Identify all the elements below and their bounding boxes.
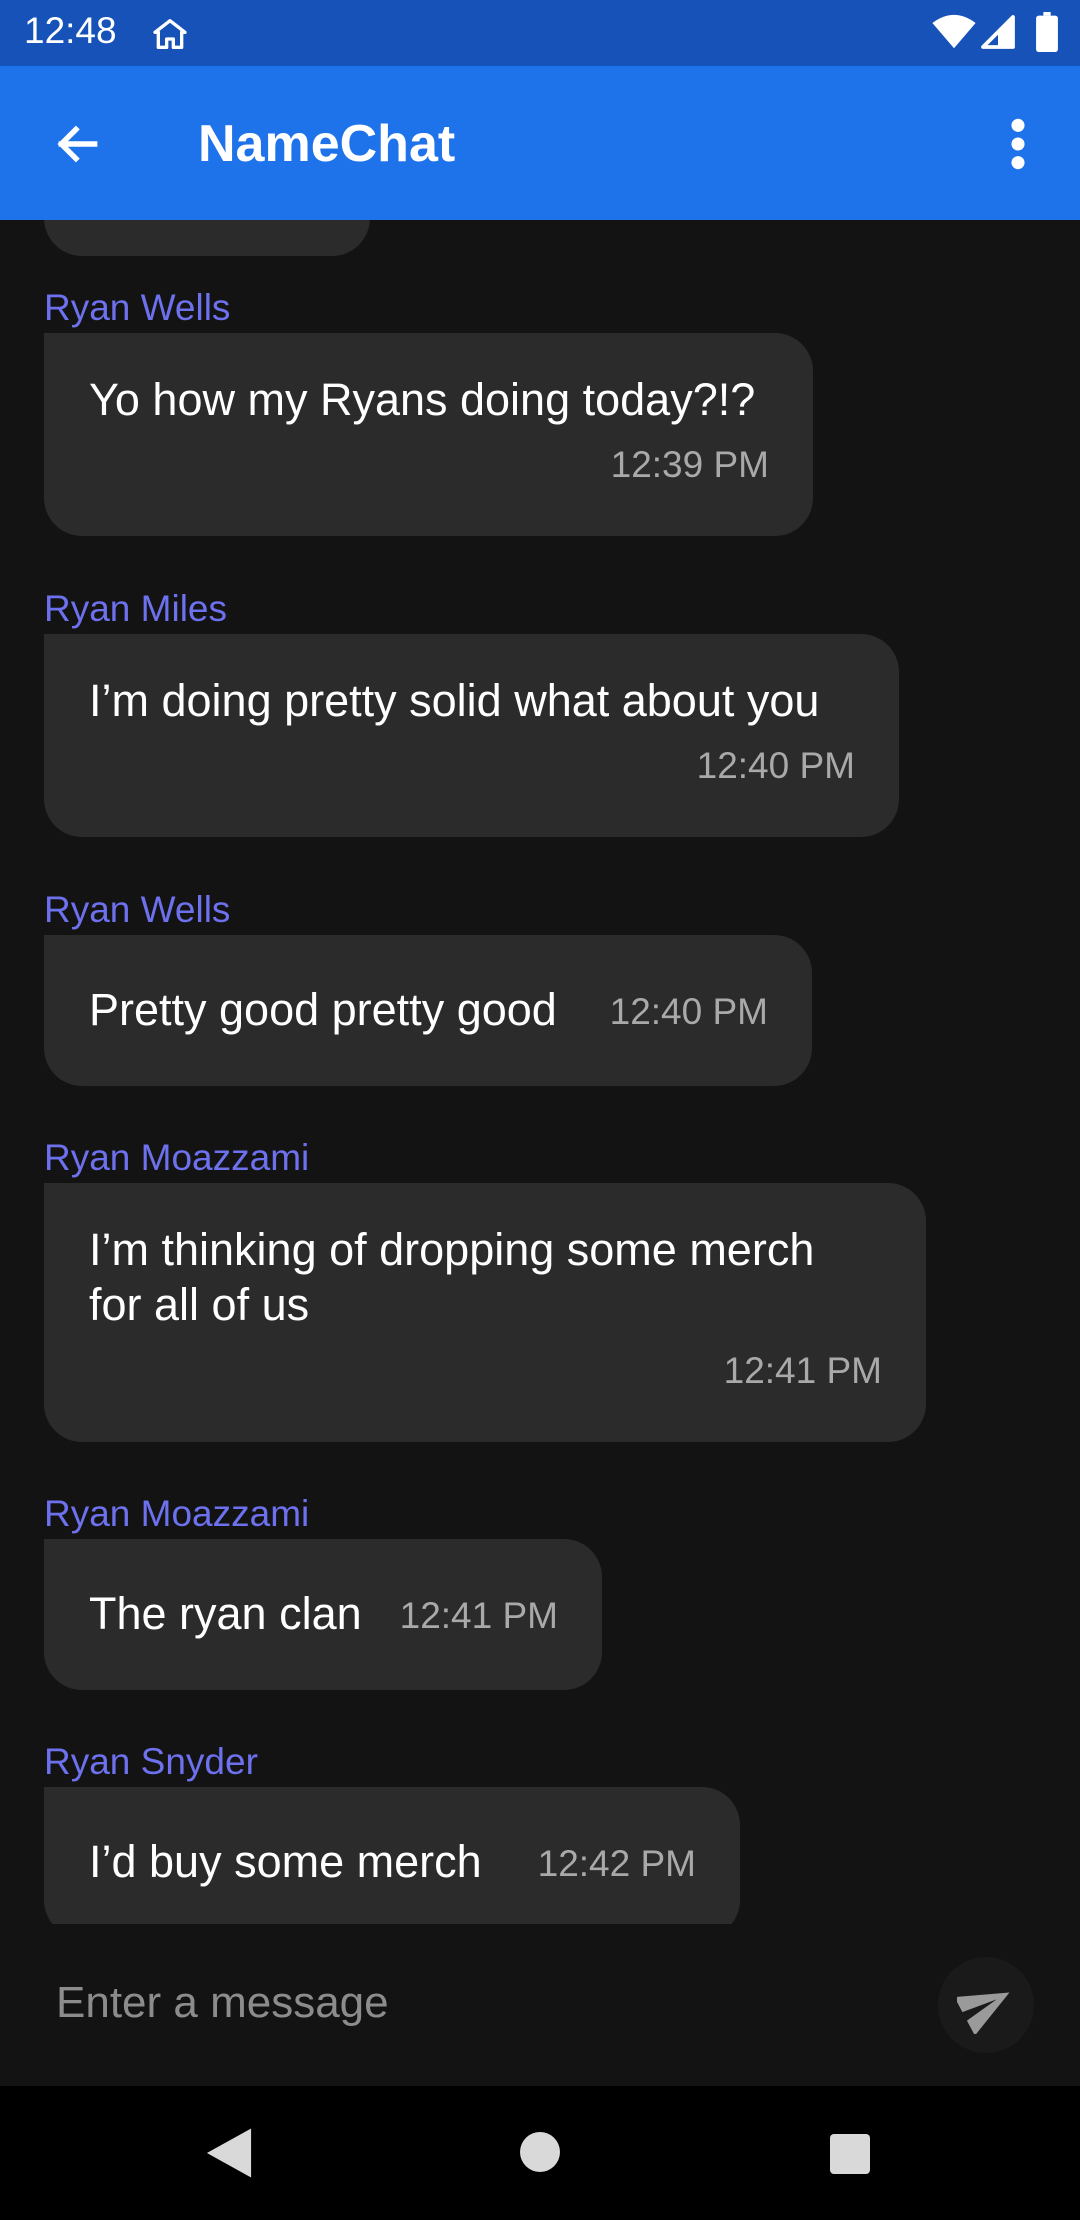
- nav-back-icon[interactable]: [204, 2126, 254, 2180]
- message-list[interactable]: Ryan Wells Yo how my Ryans doing today?!…: [0, 220, 1080, 1924]
- message-text: I’m thinking of dropping some merch: [89, 1224, 815, 1275]
- message-time: 12:41 PM: [723, 1350, 882, 1391]
- status-time: 12:48: [24, 10, 117, 51]
- app-bar: NameChat: [0, 66, 1080, 220]
- battery-icon: [1036, 12, 1058, 52]
- send-icon: [957, 1992, 1010, 2034]
- message-time: 12:42 PM: [537, 1843, 696, 1884]
- arrow-left-icon: [57, 125, 98, 163]
- sender-name: Ryan Snyder: [44, 1741, 258, 1782]
- message-composer: [0, 1924, 1080, 2086]
- sender-name: Ryan Wells: [44, 287, 231, 328]
- message-bubble[interactable]: Yo how my Ryans doing today?!? 12:39 PM: [44, 333, 813, 536]
- message-text: Yo how my Ryans doing today?!?: [89, 374, 756, 425]
- message-bubble[interactable]: Pretty good pretty good 12:40 PM: [44, 935, 812, 1086]
- wifi-icon: [932, 14, 976, 49]
- nav-recents-icon[interactable]: [830, 2134, 870, 2174]
- message-text: I’m doing pretty solid what about you: [89, 675, 820, 726]
- message-bubble[interactable]: I’m thinking of dropping some merch for …: [44, 1183, 926, 1442]
- message-text: The ryan clan: [89, 1588, 362, 1639]
- partial-message-bubble: [44, 220, 370, 256]
- message-text: I’d buy some merch: [89, 1836, 482, 1887]
- more-options-button[interactable]: [990, 106, 1046, 182]
- message-text: for all of us: [89, 1279, 310, 1330]
- nav-home-icon[interactable]: [520, 2132, 560, 2172]
- signal-icon: [981, 15, 1015, 49]
- back-button[interactable]: [40, 106, 116, 182]
- sender-name: Ryan Wells: [44, 889, 231, 930]
- message-input[interactable]: [40, 1968, 900, 2038]
- sender-name: Ryan Moazzami: [44, 1137, 310, 1178]
- send-button[interactable]: [938, 1957, 1034, 2053]
- more-vert-icon: [1011, 118, 1025, 170]
- message-time: 12:41 PM: [399, 1595, 558, 1636]
- message-bubble[interactable]: I’d buy some merch 12:42 PM: [44, 1787, 740, 1924]
- message-time: 12:40 PM: [609, 991, 768, 1032]
- message-time: 12:39 PM: [610, 444, 769, 485]
- sender-name: Ryan Moazzami: [44, 1493, 310, 1534]
- message-time: 12:40 PM: [696, 745, 855, 786]
- home-icon: [153, 19, 187, 49]
- message-bubble[interactable]: I’m doing pretty solid what about you 12…: [44, 634, 899, 837]
- sender-name: Ryan Miles: [44, 588, 227, 629]
- status-bar: 12:48: [0, 0, 1080, 66]
- message-text: Pretty good pretty good: [89, 984, 557, 1035]
- message-bubble[interactable]: The ryan clan 12:41 PM: [44, 1539, 602, 1690]
- system-nav-bar: [0, 2086, 1080, 2220]
- app-title: NameChat: [198, 115, 456, 173]
